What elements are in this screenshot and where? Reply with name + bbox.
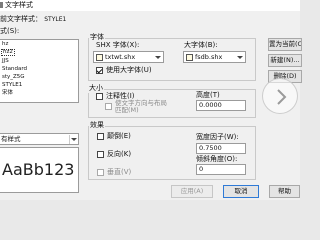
text-style-dialog: 文字样式 前文字样式： STYLE1 式(S): hz hz2 JJS Stan… (0, 0, 302, 200)
vertical-label: 垂直(V) (107, 168, 132, 176)
title-bar: 文字样式 (0, 0, 300, 11)
styles-list[interactable]: hz hz2 JJS Standard sty_Z5G STYLE1 宋体 (0, 39, 79, 103)
shx-font-value: txtwt.shx (105, 53, 136, 61)
cancel-button[interactable]: 取消 (223, 185, 259, 198)
list-item[interactable]: STYLE1 (2, 82, 22, 89)
upside-down-label: 颠倒(E) (107, 132, 131, 140)
style-preview: AaBb123 (0, 147, 79, 193)
style-filter-value: 有样式 (1, 135, 21, 143)
height-label: 高度(T) (196, 91, 220, 99)
chevron-down-icon (69, 135, 77, 144)
apply-button[interactable]: 应用(A) (171, 185, 213, 198)
height-value: 0.0000 (199, 101, 222, 109)
chevron-right-icon[interactable] (262, 78, 298, 114)
chevron-down-icon (236, 53, 244, 61)
preview-text: AaBb123 (2, 160, 75, 179)
big-font-select[interactable]: fsdb.shx (183, 51, 246, 63)
list-item[interactable]: JJS (2, 58, 9, 65)
width-factor-value: 0.7500 (199, 144, 222, 152)
current-style-row: 前文字样式： STYLE1 (0, 15, 66, 24)
style-filter-select[interactable]: 有样式 (0, 133, 79, 145)
effects-group-label: 效果 (89, 121, 105, 130)
current-style-value: STYLE1 (44, 16, 67, 23)
list-item[interactable]: hz (2, 41, 8, 48)
list-item-selected[interactable]: hz2 (1, 49, 15, 56)
list-item[interactable]: 宋体 (2, 90, 13, 97)
use-bigfont-checkbox[interactable] (96, 67, 103, 74)
use-bigfont-label: 使用大字体(U) (106, 66, 152, 74)
width-factor-input[interactable]: 0.7500 (196, 143, 246, 154)
backwards-checkbox[interactable] (97, 151, 104, 158)
set-current-button[interactable]: 置为当前(C (268, 38, 302, 51)
big-font-value: fsdb.shx (195, 53, 223, 61)
new-style-button[interactable]: 新建(N)... (268, 54, 302, 67)
oblique-angle-value: 0 (199, 165, 204, 173)
match-orientation-label-2: 匹配(M) (115, 106, 139, 114)
current-style-label: 前文字样式： (0, 15, 42, 23)
width-factor-label: 宽度因子(W): (196, 133, 239, 141)
big-font-icon (186, 54, 193, 61)
match-orientation-checkbox[interactable] (105, 103, 112, 110)
list-item[interactable]: sty_Z5G (2, 74, 25, 81)
window-title: 文字样式 (5, 1, 33, 9)
shx-font-icon (96, 54, 103, 61)
styles-label: 式(S): (0, 27, 20, 35)
upside-down-checkbox[interactable] (97, 133, 104, 140)
chevron-down-icon (154, 53, 162, 61)
annotative-checkbox[interactable] (96, 93, 103, 100)
big-font-label: 大字体(B): (184, 41, 218, 49)
vertical-checkbox[interactable] (97, 169, 104, 176)
list-item[interactable]: Standard (2, 66, 27, 73)
oblique-angle-input[interactable]: 0 (196, 164, 246, 175)
shx-font-select[interactable]: txtwt.shx (93, 51, 164, 63)
backwards-label: 反向(K) (107, 150, 132, 158)
oblique-angle-label: 倾斜角度(O): (196, 155, 238, 163)
help-button[interactable]: 帮助 (269, 185, 300, 198)
height-input[interactable]: 0.0000 (196, 100, 246, 111)
size-group-label: 大小 (88, 84, 104, 93)
app-icon (0, 2, 3, 8)
shx-font-label: SHX 字体(X): (96, 41, 140, 49)
